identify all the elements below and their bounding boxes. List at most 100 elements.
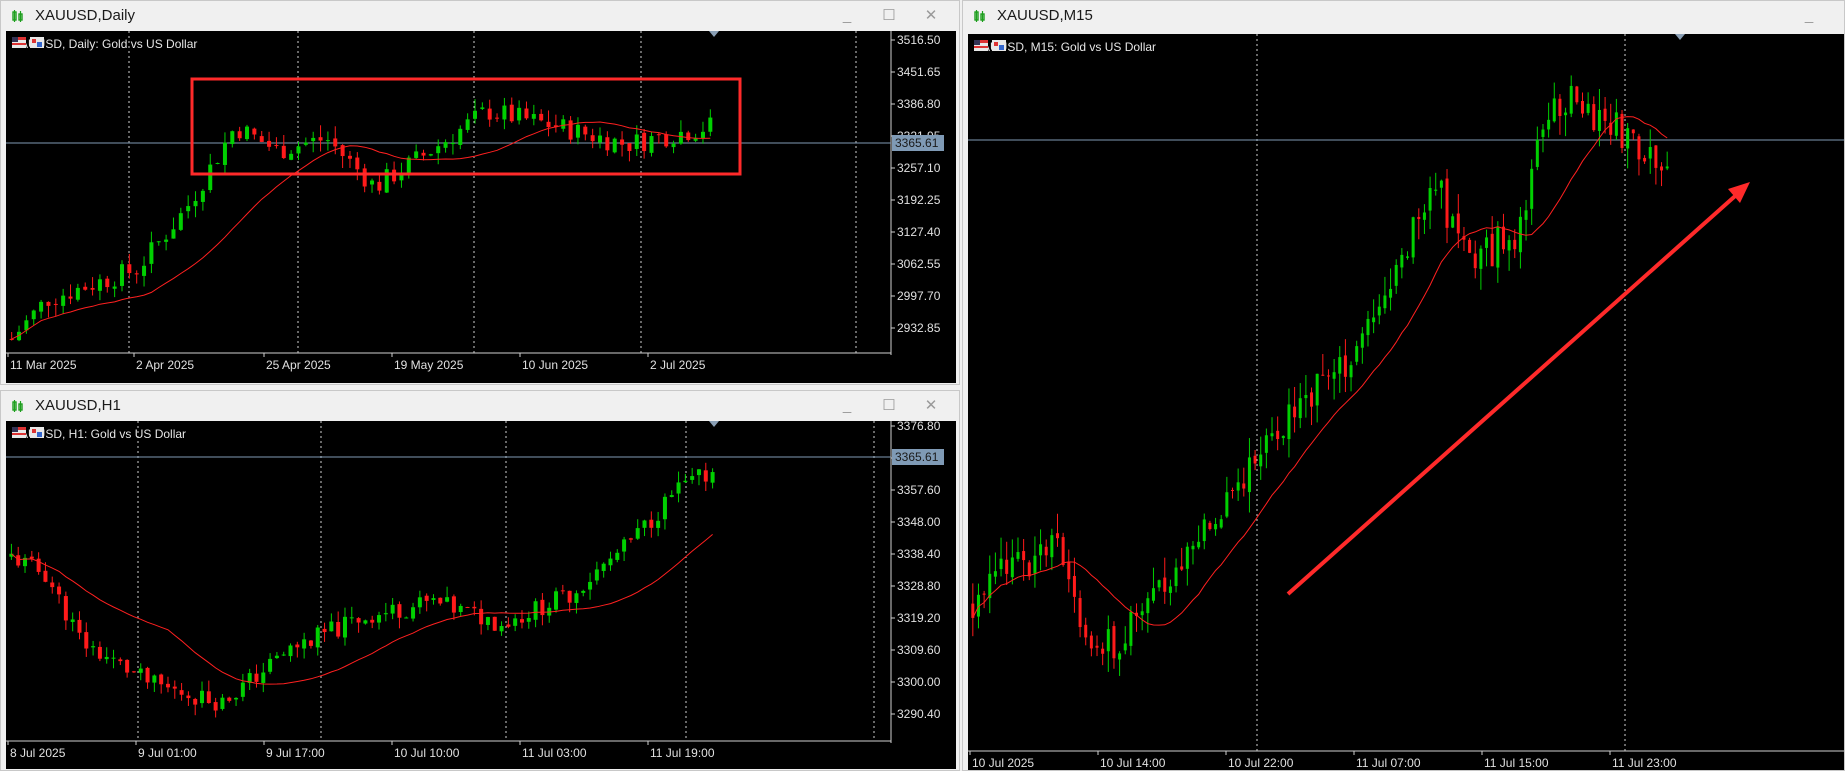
candle-body [1118,653,1122,660]
candle-body [1084,624,1088,638]
titlebar-daily[interactable]: XAUUSD,Daily _ ☐ ✕ [1,1,959,31]
window-title: XAUUSD,H1 [35,397,121,414]
candle-body [1558,98,1562,117]
candle-body [289,153,294,160]
candlestick-chart-m15[interactable]: 10 Jul 2025 10 Jul 14:00 10 Jul 22:00 11 Ju… [968,34,1845,771]
candle-body [325,140,330,142]
candle-body [450,142,455,145]
titlebar-m15[interactable]: XAUUSD,M15 _ [963,1,1844,31]
candle-body [1078,598,1082,628]
y-tick-label: 3290.40 [897,707,941,721]
candle-body [438,597,443,604]
candle-body [664,134,669,147]
candle-body [200,690,205,704]
chart-m15[interactable]: 10 Jul 2025 10 Jul 14:00 10 Jul 22:00 11 Ju… [968,34,1845,771]
candle-body [349,617,354,619]
y-tick-label: 3127.40 [897,225,941,239]
candle-body [165,683,170,688]
chart-h1[interactable]: 3376.803367.203357.603348.003338.403328.… [6,421,956,769]
x-tick-label: 11 Mar 2025 [10,358,77,372]
candle-body [1383,295,1387,309]
candle-body [83,286,88,290]
candle-body [329,621,334,632]
y-tick-label: 3328.80 [897,579,941,593]
maximize-button[interactable]: ☐ [878,396,900,416]
candle-body [1231,489,1234,491]
candle-body [355,157,360,170]
minimize-button[interactable]: _ [1798,6,1820,26]
window-h1[interactable]: XAUUSD,H1 _ ☐ ✕ 3376.803367.203357.60334… [0,390,960,771]
candle-body [281,145,286,159]
candle-body [1637,136,1641,160]
moving-average-line [972,116,1668,626]
price-box-label: 3365.61 [895,450,939,464]
y-tick-label: 3062.55 [897,257,941,271]
candle-body [1355,346,1359,362]
candle-body [1535,139,1539,167]
candlestick-chart-daily[interactable]: 3516.503451.653386.803321.953257.103192.… [6,31,956,383]
candle-body [193,698,198,705]
candle-body [206,691,211,704]
candle-body [308,640,313,646]
candle-body [690,476,695,480]
candle-body [131,671,136,673]
candle-body [1095,645,1099,648]
minimize-button[interactable]: _ [836,396,858,416]
candle-body [268,658,273,672]
y-tick-label: 2932.85 [897,321,941,335]
candle-body [342,616,347,638]
close-button[interactable]: ✕ [920,6,942,26]
candle-body [1298,398,1302,419]
y-tick-label: 3516.50 [897,33,941,47]
candle-body [1242,483,1246,489]
x-tick-label: 11 Jul 15:00 [1484,756,1549,770]
candle-body [29,556,34,559]
candle-body [1332,372,1336,379]
candle-body [982,593,986,595]
candle-body [1552,98,1556,122]
candle-body [356,618,361,623]
candle-body [1310,392,1314,407]
y-tick-label: 2997.70 [897,289,941,303]
x-tick-label: 10 Jun 2025 [522,358,588,372]
candle-body [622,539,627,552]
candle-body [200,190,205,202]
candle-body [288,645,293,657]
candle-body [267,140,272,147]
price-box-label: 3365.61 [895,136,939,150]
candle-body [649,519,654,528]
candle-body [370,180,375,185]
candle-body [118,659,123,662]
candle-body [1259,454,1263,467]
candle-body [1039,544,1043,556]
candle-body [1044,546,1048,556]
minimize-button[interactable]: _ [836,6,858,26]
x-tick-label: 11 Jul 23:00 [1612,756,1677,770]
candle-body [445,597,450,602]
candle-body [111,657,116,659]
candle-body [601,563,606,571]
chart-daily[interactable]: 3516.503451.653386.803321.953257.103192.… [6,31,956,383]
candle-body [1575,86,1579,103]
window-daily[interactable]: XAUUSD,Daily _ ☐ ✕ 3516.50 3451.65 3386.80… [0,0,960,385]
candle-body [1140,611,1144,616]
candle-body [574,593,579,603]
candlestick-chart-h1[interactable]: 3376.803367.203357.603348.003338.403328.… [6,421,956,769]
candle-body [519,619,524,623]
maximize-button[interactable]: ☐ [878,6,900,26]
candle-body [568,120,573,140]
candle-body [1400,254,1404,268]
candle-body [322,628,327,633]
candle-body [671,143,676,148]
candle-body [105,278,110,288]
window-m15[interactable]: XAUUSD,M15 _ 10 Jul 2025 10 Jul 14:00 10 J… [962,0,1845,771]
candle-body [700,131,705,139]
titlebar-h1[interactable]: XAUUSD,H1 _ ☐ ✕ [1,391,959,421]
close-button[interactable]: ✕ [920,396,942,416]
chart-layer: 3516.503451.653386.803321.953257.103192.… [6,31,944,372]
candle-body [567,590,572,603]
candle-body [1360,333,1364,348]
candle-body [1123,643,1127,651]
candle-body [495,117,500,119]
candle-body [138,668,143,673]
